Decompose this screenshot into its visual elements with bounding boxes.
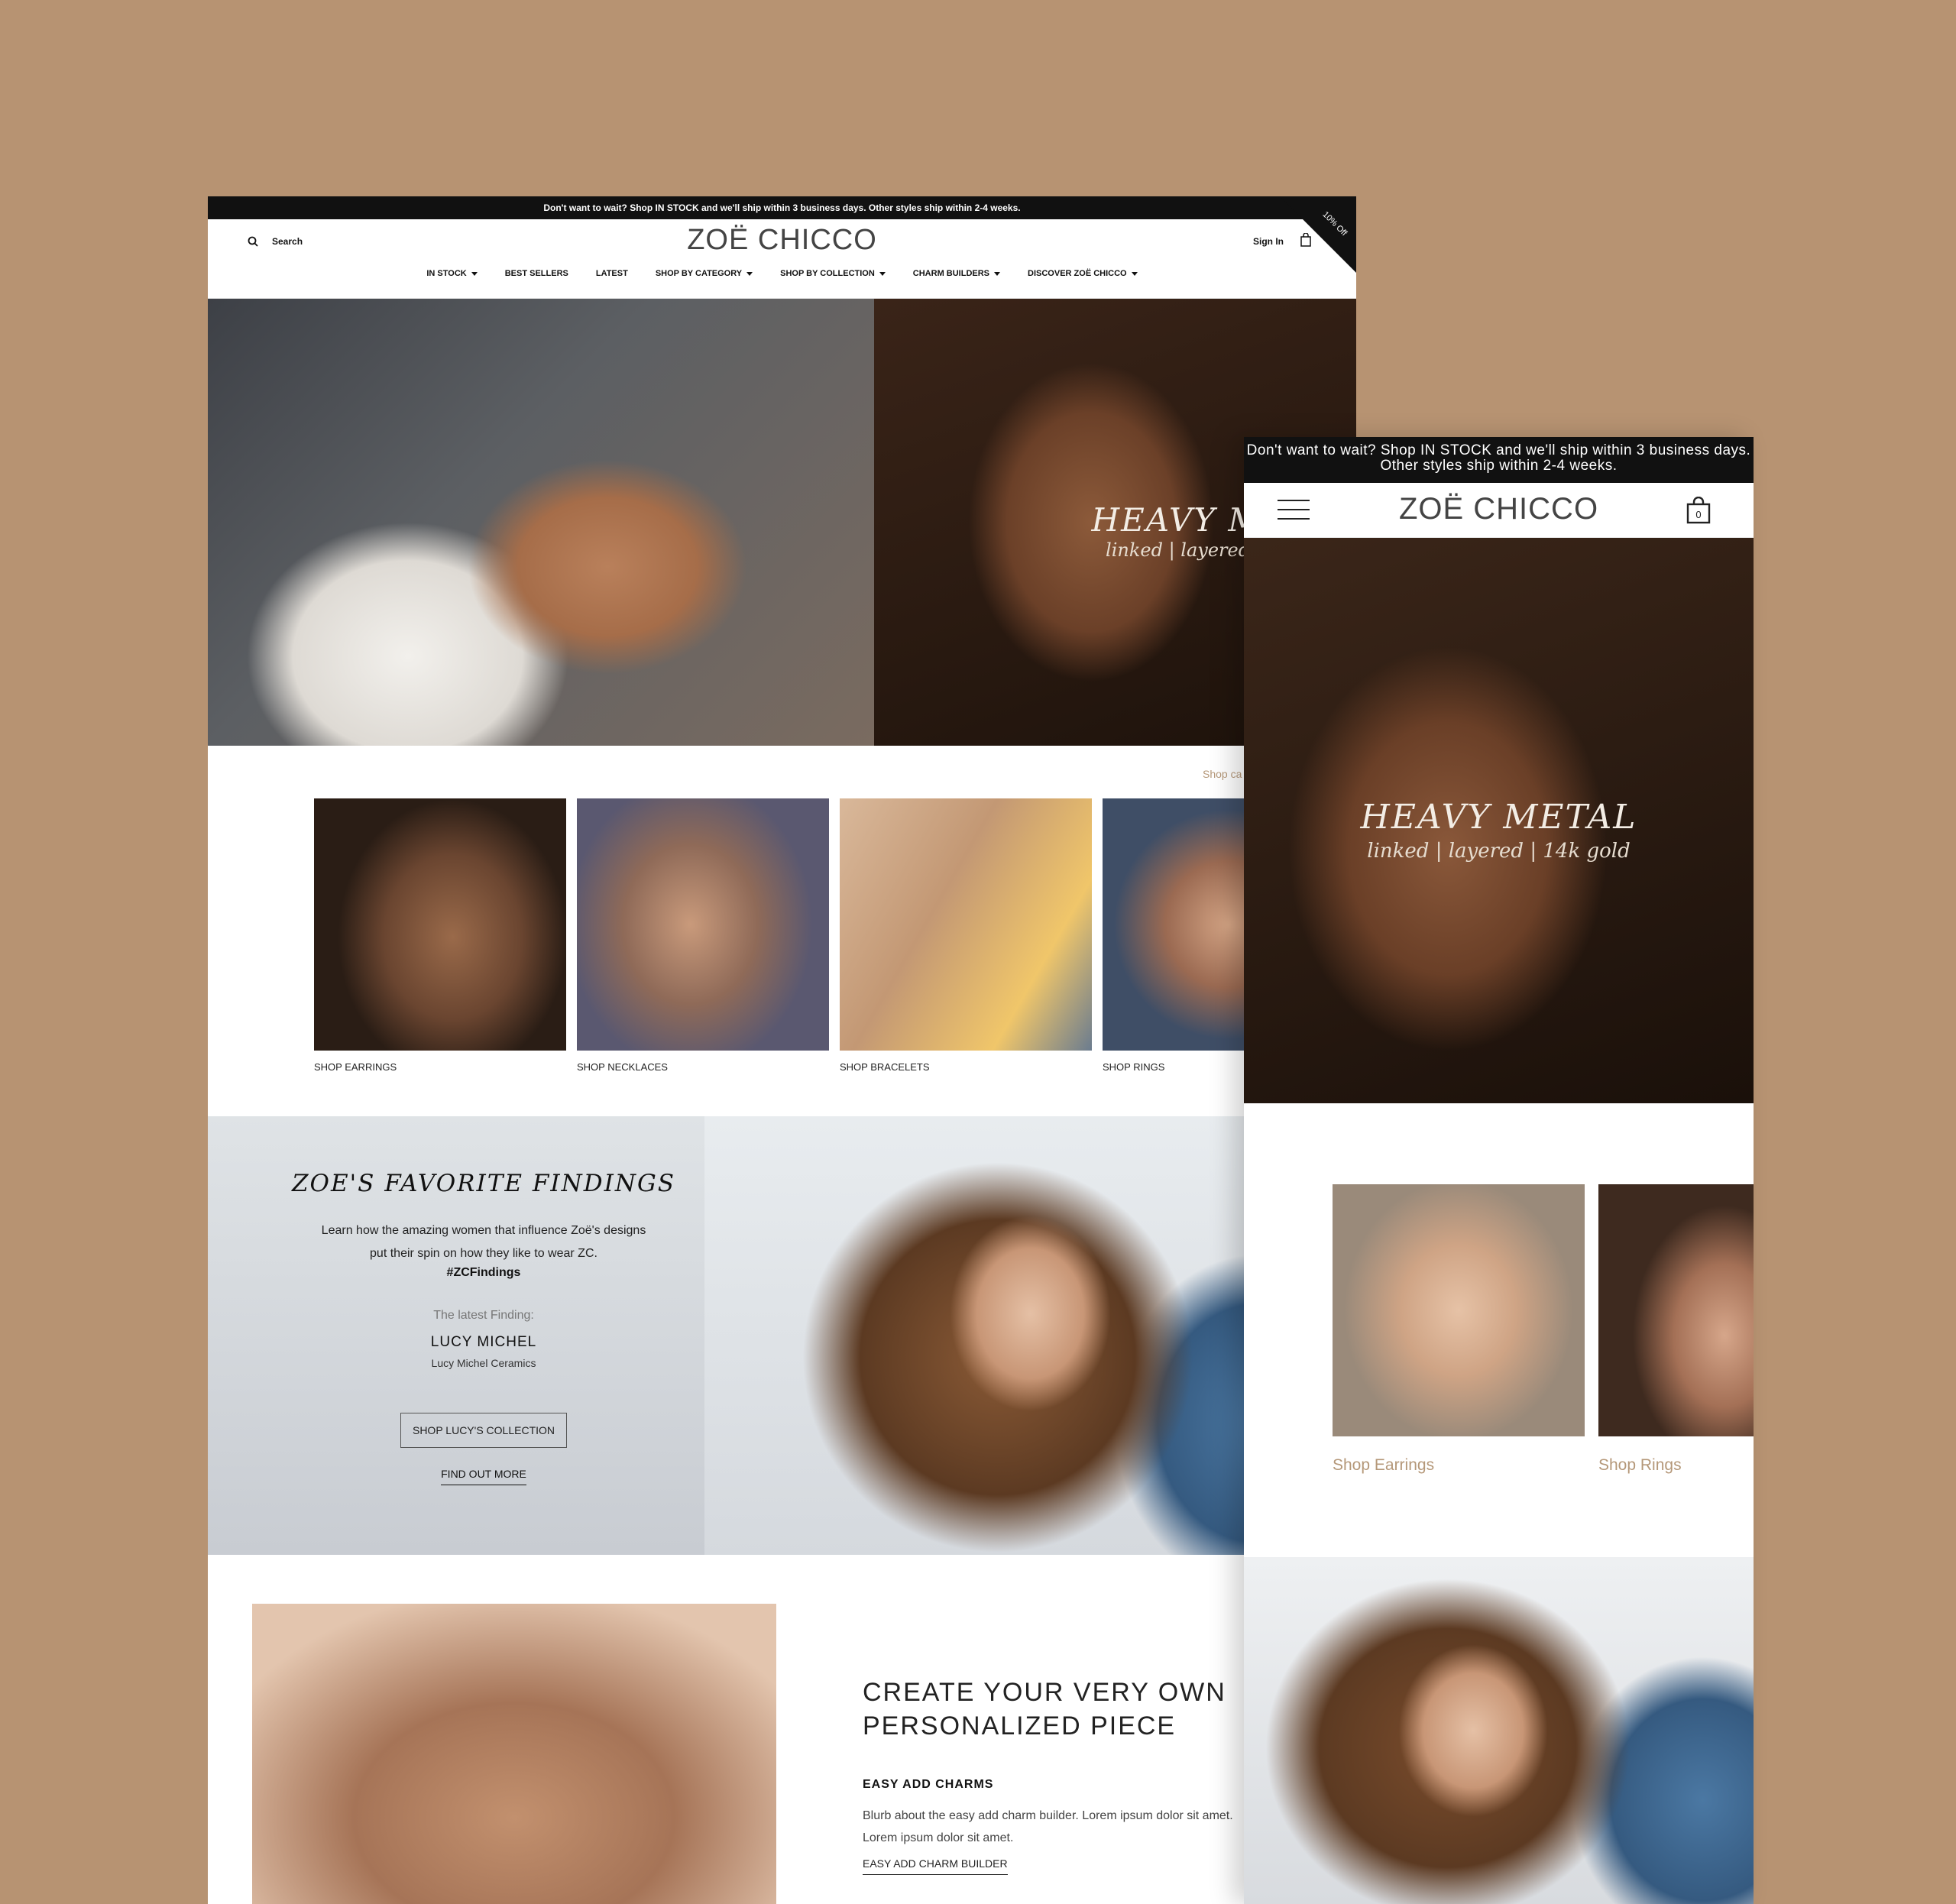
site-logo[interactable]: ZOË CHICCO (208, 224, 1356, 257)
promo-banner[interactable]: Don't want to wait? Shop IN STOCK and we… (208, 196, 1356, 219)
nav-item-shop-by-category[interactable]: SHOP BY CATEGORY (656, 269, 753, 278)
nav-label: BEST SELLERS (504, 269, 568, 278)
mobile-category-rings[interactable]: Shop Rings (1598, 1184, 1754, 1475)
nav-label: CHARM BUILDERS (912, 269, 990, 278)
mobile-hero-image[interactable]: HEAVY METAL linked | layered | 14k gold (1244, 538, 1754, 1103)
mobile-findings-photo (1244, 1557, 1754, 1904)
sign-in-link[interactable]: Sign In (1253, 236, 1284, 247)
chevron-down-icon (471, 271, 478, 276)
nav-label: SHOP BY CATEGORY (655, 269, 743, 278)
charm-title-line1: CREATE YOUR VERY OWN (863, 1678, 1226, 1707)
mobile-promo-banner[interactable]: Don't want to wait? Shop IN STOCK and we… (1244, 437, 1754, 483)
charm-blurb: Blurb about the easy add charm builder. … (863, 1809, 1233, 1844)
nav-item-latest[interactable]: LATEST (596, 269, 628, 278)
bag-icon: 0 (1686, 496, 1711, 524)
shop-categories-link[interactable]: Shop ca (1203, 768, 1242, 780)
desktop-page: Don't want to wait? Shop IN STOCK and we… (208, 196, 1356, 1904)
category-image[interactable] (1333, 1184, 1585, 1436)
shop-collection-button[interactable]: SHOP LUCY'S COLLECTION (400, 1413, 567, 1448)
cart-count: 0 (1695, 509, 1701, 520)
nav-item-charm-builders[interactable]: CHARM BUILDERS (912, 269, 1001, 278)
category-label[interactable]: SHOP EARRINGS (314, 1061, 566, 1073)
category-label[interactable]: Shop Rings (1598, 1456, 1754, 1475)
hero-necklace-image[interactable] (208, 299, 874, 746)
mobile-category-earrings[interactable]: Shop Earrings (1333, 1184, 1585, 1475)
nav-label: LATEST (595, 269, 628, 278)
category-image[interactable] (1598, 1184, 1754, 1436)
find-out-more-link[interactable]: FIND OUT MORE (208, 1468, 759, 1485)
category-tile-earrings[interactable]: SHOP EARRINGS (314, 798, 566, 1073)
mobile-hero-title: HEAVY METAL (1360, 798, 1637, 837)
find-out-more-label[interactable]: FIND OUT MORE (441, 1468, 526, 1485)
category-tile-bracelets[interactable]: SHOP BRACELETS (840, 798, 1092, 1073)
chevron-down-icon (1131, 271, 1138, 276)
category-image[interactable] (314, 798, 566, 1051)
charm-builder-link[interactable]: EASY ADD CHARM BUILDER (863, 1857, 1008, 1875)
findings-description: Learn how the amazing women that influen… (321, 1224, 646, 1260)
category-label[interactable]: SHOP NECKLACES (577, 1061, 829, 1073)
finding-company: Lucy Michel Ceramics (431, 1357, 536, 1369)
mobile-hero-subtitle: linked | layered | 14k gold (1367, 840, 1631, 863)
mobile-cart-button[interactable]: 0 (1686, 496, 1712, 528)
finding-name: LUCY MICHEL (430, 1334, 537, 1350)
category-tile-necklaces[interactable]: SHOP NECKLACES (577, 798, 829, 1073)
nav-label: IN STOCK (426, 269, 467, 278)
chevron-down-icon (994, 271, 1001, 276)
category-label[interactable]: Shop Earrings (1333, 1456, 1585, 1475)
findings-hashtag: #ZCFindings (446, 1266, 521, 1279)
main-nav: IN STOCK BEST SELLERS LATEST SHOP BY CAT… (208, 269, 1356, 278)
nav-label: DISCOVER ZOË CHICCO (1028, 269, 1127, 278)
category-image[interactable] (840, 798, 1092, 1051)
cart-button[interactable] (1300, 232, 1312, 251)
charm-subtitle: EASY ADD CHARMS (863, 1778, 994, 1791)
nav-label: SHOP BY COLLECTION (780, 269, 875, 278)
nav-item-discover[interactable]: DISCOVER ZOË CHICCO (1028, 269, 1138, 278)
nav-item-best-sellers[interactable]: BEST SELLERS (505, 269, 568, 278)
category-image[interactable] (577, 798, 829, 1051)
favorite-findings-section: ZOE'S FAVORITE FINDINGS Learn how the am… (208, 1116, 1356, 1555)
findings-title: ZOE'S FAVORITE FINDINGS (292, 1170, 675, 1197)
bag-icon (1300, 232, 1311, 247)
site-header: Search ZOË CHICCO Sign In IN STOCK BEST … (208, 219, 1356, 299)
nav-item-in-stock[interactable]: IN STOCK (426, 269, 478, 278)
nav-item-shop-by-collection[interactable]: SHOP BY COLLECTION (780, 269, 886, 278)
mobile-page: Don't want to wait? Shop IN STOCK and we… (1244, 437, 1754, 1904)
chevron-down-icon (879, 271, 886, 276)
latest-finding-label: The latest Finding: (433, 1309, 534, 1322)
chevron-down-icon (746, 271, 753, 276)
charm-title: CREATE YOUR VERY OWN PERSONALIZED PIECE (863, 1676, 1226, 1743)
category-label[interactable]: SHOP BRACELETS (840, 1061, 1092, 1073)
charm-title-line2: PERSONALIZED PIECE (863, 1711, 1177, 1740)
mobile-header: ZOË CHICCO 0 (1244, 483, 1754, 538)
charm-bracelet-image (252, 1604, 776, 1904)
mobile-logo[interactable]: ZOË CHICCO (1244, 492, 1754, 526)
